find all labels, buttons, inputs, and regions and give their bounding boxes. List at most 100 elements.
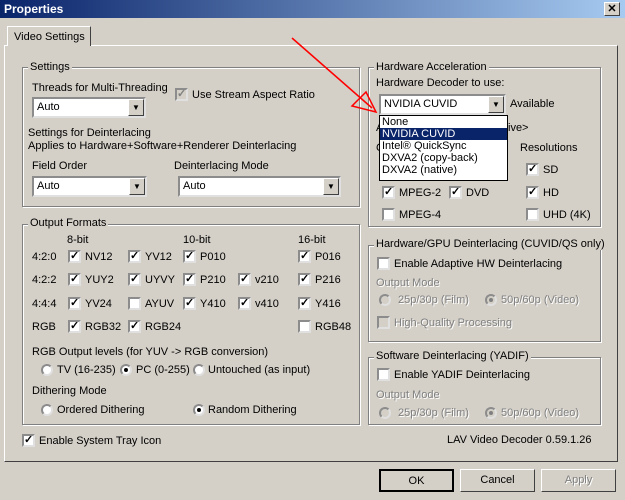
rgb24-checkbox[interactable]: ✓ [128,320,141,333]
p016-checkbox[interactable]: ✓ [298,250,311,263]
field-order-select[interactable]: Auto ▼ [32,176,147,197]
y416-label: Y416 [315,298,341,310]
levels-pc-radio[interactable] [120,364,132,376]
v410-label: v410 [255,298,279,310]
hw-option-nvidia-cuvid[interactable]: NVIDIA CUVID [380,128,507,140]
header-16bit: 16-bit [298,234,326,246]
sw-output-mode-label: Output Mode [376,389,440,401]
p210-label: P210 [200,274,226,286]
hw-accel-title: Hardware Acceleration [374,61,489,73]
ayuv-checkbox[interactable] [128,297,141,310]
deint-mode-value: Auto [183,180,206,192]
hw-option-none[interactable]: None [380,116,507,128]
uhd-checkbox[interactable] [526,208,539,221]
uyvy-checkbox[interactable]: ✓ [128,273,141,286]
gpu-video-label: 50p/60p (Video) [501,294,580,306]
threads-select[interactable]: Auto ▼ [32,97,146,118]
hw-decoder-select[interactable]: NVIDIA CUVID ▼ [379,94,506,115]
p210-checkbox[interactable]: ✓ [183,273,196,286]
yv24-checkbox[interactable]: ✓ [68,297,81,310]
gpu-film-label: 25p/30p (Film) [398,294,469,306]
gpu-output-mode-label: Output Mode [376,277,440,289]
v210-checkbox[interactable]: ✓ [238,273,251,286]
ok-button[interactable]: OK [379,469,454,492]
adaptive-hw-deint-checkbox[interactable] [377,257,390,270]
y416-checkbox[interactable]: ✓ [298,297,311,310]
hw-partial-label-active: ive> [508,122,529,134]
nv12-checkbox[interactable]: ✓ [68,250,81,263]
sw-video-radio[interactable] [485,407,497,419]
yuy2-label: YUY2 [85,274,114,286]
tab-video-settings[interactable]: Video Settings [7,26,91,46]
levels-untouched-label: Untouched (as input) [208,364,311,376]
stream-aspect-checkbox[interactable]: ✓ [175,88,188,101]
v410-checkbox[interactable]: ✓ [238,297,251,310]
threads-value: Auto [37,101,60,113]
dither-ordered-radio[interactable] [41,404,53,416]
mpeg4-checkbox[interactable] [382,208,395,221]
dither-random-radio[interactable] [193,404,205,416]
sw-video-label: 50p/60p (Video) [501,407,580,419]
p216-checkbox[interactable]: ✓ [298,273,311,286]
row-label-rgb: RGB [32,321,56,333]
levels-tv-radio[interactable] [41,364,53,376]
mpeg2-label: MPEG-2 [399,187,442,199]
title-bar [0,0,625,18]
deint-mode-select[interactable]: Auto ▼ [178,176,341,197]
close-icon[interactable]: ✕ [604,2,620,16]
hq-processing-checkbox[interactable] [377,316,390,329]
cancel-button[interactable]: Cancel [460,469,535,492]
field-order-label: Field Order [32,160,88,172]
levels-untouched-radio[interactable] [193,364,205,376]
yadif-checkbox[interactable] [377,368,390,381]
yv24-label: YV24 [85,298,112,310]
header-8bit: 8-bit [67,234,89,246]
sd-label: SD [543,164,559,176]
sd-checkbox[interactable]: ✓ [526,163,539,176]
dvd-checkbox[interactable]: ✓ [449,186,462,199]
hw-decoder-dropdown-list[interactable]: None NVIDIA CUVID Intel® QuickSync DXVA2… [379,115,508,181]
levels-pc-label: PC (0-255) [136,364,190,376]
version-label: LAV Video Decoder 0.59.1.26 [447,434,592,446]
p010-checkbox[interactable]: ✓ [183,250,196,263]
dvd-label: DVD [466,187,490,199]
hd-checkbox[interactable]: ✓ [526,186,539,199]
window-title: Properties [4,2,64,16]
deint-settings-desc: Applies to Hardware+Software+Renderer De… [28,140,297,152]
y410-checkbox[interactable]: ✓ [183,297,196,310]
system-tray-checkbox[interactable]: ✓ [22,434,35,447]
p010-label: P010 [200,251,226,263]
sw-deint-title: Software Deinterlacing (YADIF) [374,350,531,362]
threads-label: Threads for Multi-Threading [32,82,168,94]
hw-option-intel-quicksync[interactable]: Intel® QuickSync [380,140,507,152]
sw-film-label: 25p/30p (Film) [398,407,469,419]
dithering-label: Dithering Mode [32,385,107,397]
hw-decoder-value: NVIDIA CUVID [384,98,458,110]
gpu-deint-title: Hardware/GPU Deinterlacing (CUVID/QS onl… [374,238,607,250]
mpeg2-checkbox[interactable]: ✓ [382,186,395,199]
p016-label: P016 [315,251,341,263]
yv12-label: YV12 [145,251,172,263]
yadif-label: Enable YADIF Deinterlacing [394,369,530,381]
gpu-film-radio[interactable] [379,294,391,306]
yv12-checkbox[interactable]: ✓ [128,250,141,263]
chevron-down-icon: ▼ [488,96,504,113]
settings-group-title: Settings [28,61,72,73]
levels-tv-label: TV (16-235) [57,364,116,376]
rgb32-checkbox[interactable]: ✓ [68,320,81,333]
row-label-444: 4:4:4 [32,298,57,310]
gpu-video-radio[interactable] [485,294,497,306]
yuy2-checkbox[interactable]: ✓ [68,273,81,286]
apply-button[interactable]: Apply [541,469,616,492]
rgb48-label: RGB48 [315,321,352,333]
mpeg4-label: MPEG-4 [399,209,442,221]
y410-label: Y410 [200,298,226,310]
hw-option-dxva2-copyback[interactable]: DXVA2 (copy-back) [380,152,507,164]
row-label-422: 4:2:2 [32,274,57,286]
chevron-down-icon: ▼ [323,178,339,195]
hw-option-dxva2-native[interactable]: DXVA2 (native) [380,164,507,176]
sw-film-radio[interactable] [379,407,391,419]
rgb-levels-label: RGB Output levels (for YUV -> RGB conver… [32,346,269,358]
dither-random-label: Random Dithering [208,404,297,416]
rgb48-checkbox[interactable] [298,320,311,333]
